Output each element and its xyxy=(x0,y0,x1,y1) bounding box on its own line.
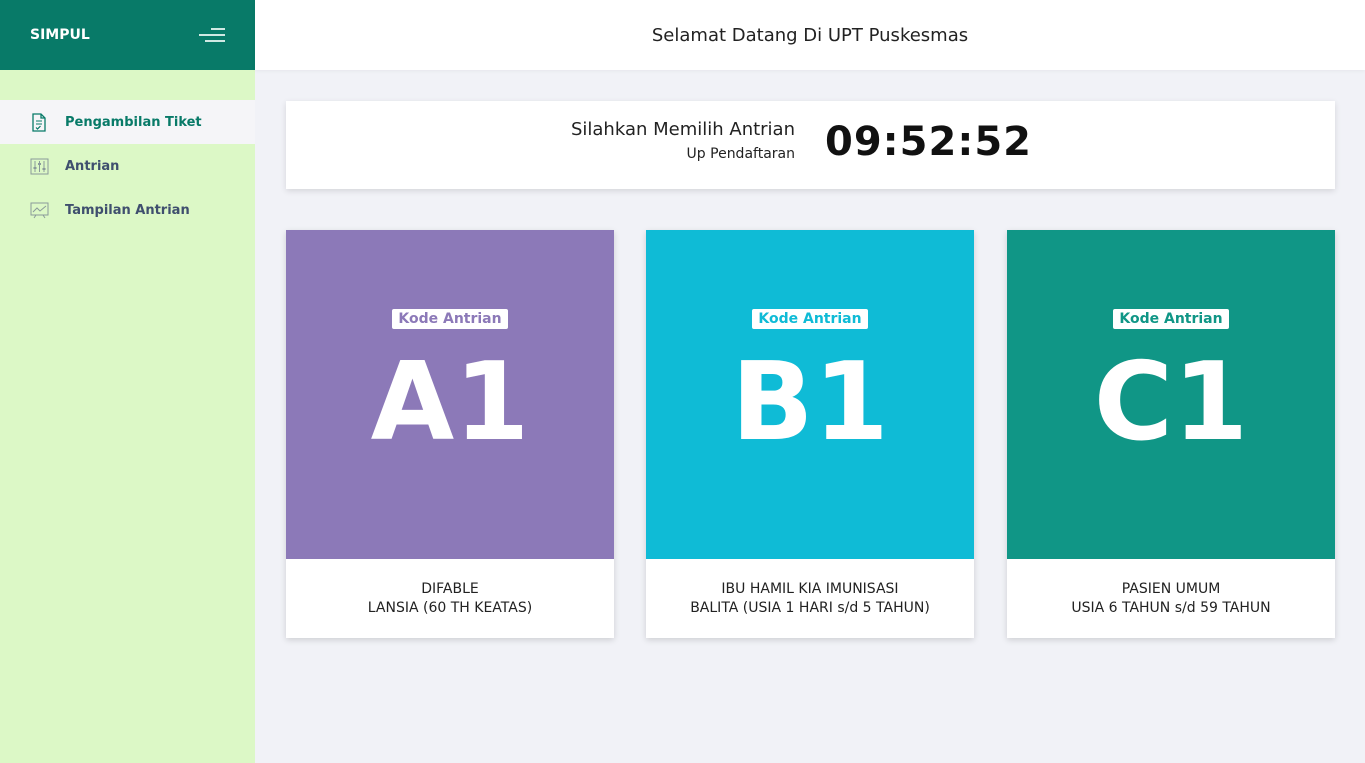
queue-code: A1 xyxy=(370,340,530,465)
brand-name: SIMPUL xyxy=(30,27,90,43)
queue-card-header: Kode Antrian B1 xyxy=(646,230,974,559)
queue-badge: Kode Antrian xyxy=(752,309,868,329)
sliders-icon xyxy=(29,156,49,176)
queue-card-b[interactable]: Kode Antrian B1 IBU HAMIL KIA IMUNISASI … xyxy=(646,230,974,638)
queue-description: DIFABLE LANSIA (60 TH KEATAS) xyxy=(286,559,614,638)
chart-line-icon xyxy=(29,200,49,220)
sidebar-item-label: Tampilan Antrian xyxy=(65,202,190,218)
document-check-icon xyxy=(29,112,49,132)
queue-desc-line2: LANSIA (60 TH KEATAS) xyxy=(367,599,533,616)
sidebar-item-label: Pengambilan Tiket xyxy=(65,114,202,130)
info-heading: Silahkan Memilih Antrian xyxy=(570,119,795,140)
queue-card-a[interactable]: Kode Antrian A1 DIFABLE LANSIA (60 TH KE… xyxy=(286,230,614,638)
info-text: Silahkan Memilih Antrian Up Pendaftaran xyxy=(571,119,795,162)
info-card: Silahkan Memilih Antrian Up Pendaftaran … xyxy=(286,101,1335,189)
queue-description: IBU HAMIL KIA IMUNISASI BALITA (USIA 1 H… xyxy=(646,559,974,638)
queue-card-header: Kode Antrian C1 xyxy=(1007,230,1335,559)
queue-desc-line1: DIFABLE xyxy=(421,580,479,597)
page-title: Selamat Datang Di UPT Puskesmas xyxy=(651,24,969,46)
queue-desc-line2: USIA 6 TAHUN s/d 59 TAHUN xyxy=(1071,599,1271,616)
queue-card-c[interactable]: Kode Antrian C1 PASIEN UMUM USIA 6 TAHUN… xyxy=(1007,230,1335,638)
queue-badge: Kode Antrian xyxy=(1113,309,1229,329)
queue-badge: Kode Antrian xyxy=(392,309,508,329)
queue-desc-line1: PASIEN UMUM xyxy=(1121,580,1221,597)
queue-desc-line1: IBU HAMIL KIA IMUNISASI xyxy=(721,580,899,597)
brand-bar: SIMPUL xyxy=(0,0,255,70)
queue-description: PASIEN UMUM USIA 6 TAHUN s/d 59 TAHUN xyxy=(1007,559,1335,638)
sidebar-item-pengambilan-tiket[interactable]: Pengambilan Tiket xyxy=(0,100,255,144)
sidebar-item-label: Antrian xyxy=(65,158,120,174)
queue-code: C1 xyxy=(1093,340,1249,465)
sidebar-menu: Pengambilan Tiket Antrian Tampilan Antri… xyxy=(0,100,255,232)
menu-toggle-icon[interactable] xyxy=(199,27,225,43)
info-subheading: Up Pendaftaran xyxy=(686,146,795,162)
header: Selamat Datang Di UPT Puskesmas xyxy=(255,0,1365,70)
queue-card-header: Kode Antrian A1 xyxy=(286,230,614,559)
sidebar-item-tampilan-antrian[interactable]: Tampilan Antrian xyxy=(0,188,255,232)
sidebar: SIMPUL Pengambilan Tiket Antrian Tampila… xyxy=(0,0,255,763)
queue-code: B1 xyxy=(731,340,889,465)
queue-desc-line2: BALITA (USIA 1 HARI s/d 5 TAHUN) xyxy=(690,599,930,616)
sidebar-item-antrian[interactable]: Antrian xyxy=(0,144,255,188)
clock: 09:52:52 xyxy=(825,119,1032,165)
